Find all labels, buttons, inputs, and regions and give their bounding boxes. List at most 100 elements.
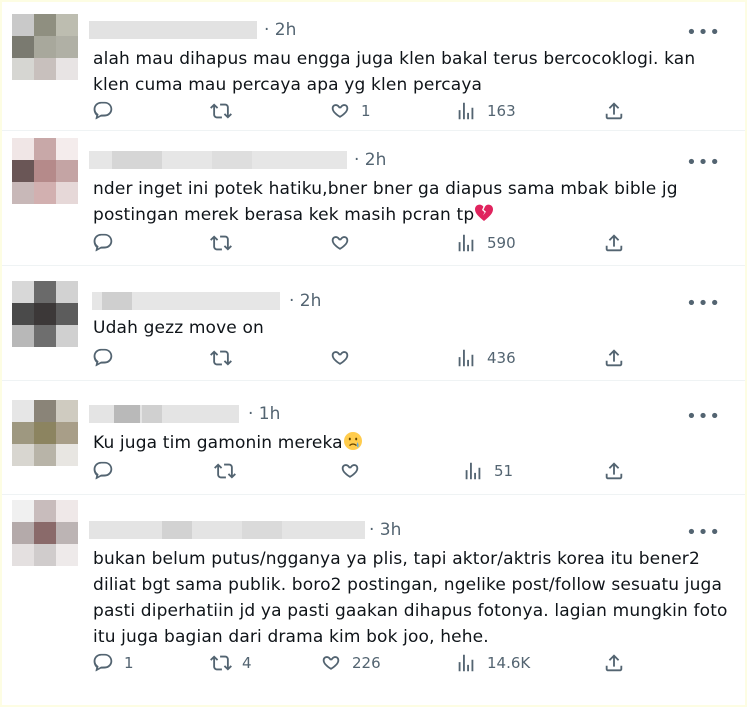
like-button[interactable]: 1 (329, 100, 371, 122)
like-button[interactable]: 226 (320, 652, 381, 674)
avatar[interactable] (12, 14, 78, 80)
avatar-pixel (34, 160, 56, 182)
avatar-pixel (34, 400, 56, 422)
more-icon[interactable]: ••• (686, 295, 721, 313)
broken-heart-emoji (475, 204, 494, 221)
share-button[interactable] (603, 460, 625, 482)
avatar-pixel (12, 400, 34, 422)
heart-icon (320, 652, 342, 674)
avatar[interactable] (12, 400, 78, 466)
share-button[interactable] (603, 652, 625, 674)
username-blur-block (89, 405, 239, 423)
timestamp[interactable]: · 2h (354, 150, 386, 170)
username-blur-block (102, 292, 132, 310)
avatar-pixel (12, 58, 34, 80)
share-button[interactable] (603, 100, 625, 122)
views-count: 163 (487, 102, 516, 120)
avatar-pixel (12, 544, 34, 566)
avatar-pixel (34, 422, 56, 444)
avatar-pixel (56, 182, 78, 204)
views-button[interactable]: 590 (455, 232, 516, 254)
avatar-pixel (34, 500, 56, 522)
views-icon (455, 652, 477, 674)
avatar-pixel (12, 281, 34, 303)
views-button[interactable]: 436 (455, 347, 516, 369)
reply-button[interactable]: 1 (92, 652, 134, 674)
avatar-pixel (56, 400, 78, 422)
retweet-button[interactable] (210, 100, 242, 122)
tweet[interactable]: · 1h ••• Ku juga tim gamonin mereka 51 (2, 380, 745, 495)
avatar-pixel (34, 325, 56, 347)
reply-icon (92, 100, 114, 122)
views-count: 436 (487, 349, 516, 367)
tweet[interactable]: · 2h ••• alah mau dihapus mau engga juga k… (2, 2, 745, 131)
views-count: 51 (494, 462, 514, 480)
avatar-pixel (12, 36, 34, 58)
retweet-button[interactable] (210, 232, 242, 254)
avatar-pixel (56, 303, 78, 325)
avatar[interactable] (12, 500, 78, 566)
avatar[interactable] (12, 138, 78, 204)
timestamp[interactable]: · 2h (289, 291, 321, 311)
retweet-icon (210, 347, 232, 369)
avatar-pixel (12, 422, 34, 444)
retweets-count: 4 (242, 654, 252, 672)
tweet-text: alah mau dihapus mau engga juga klen bak… (93, 46, 733, 98)
timestamp[interactable]: · 2h (264, 20, 296, 40)
heart-icon (339, 460, 361, 482)
avatar-pixel (12, 160, 34, 182)
views-button[interactable]: 51 (462, 460, 513, 482)
avatar[interactable] (12, 281, 78, 347)
share-button[interactable] (603, 232, 625, 254)
like-button[interactable] (339, 460, 371, 482)
avatar-pixel (12, 325, 34, 347)
tweet-text: nder inget ini potek hatiku,bner bner ga… (93, 176, 733, 228)
avatar-pixel (12, 138, 34, 160)
more-icon[interactable]: ••• (686, 24, 721, 42)
avatar-pixel (34, 36, 56, 58)
avatar-pixel (34, 544, 56, 566)
reply-button[interactable] (92, 347, 124, 369)
retweet-icon (210, 232, 232, 254)
views-icon (455, 232, 477, 254)
tweet-text-content: Ku juga tim gamonin mereka (93, 433, 343, 453)
heart-icon (329, 232, 351, 254)
avatar-pixel (56, 544, 78, 566)
avatar-pixel (12, 14, 34, 36)
tweet[interactable]: · 2h ••• nder inget ini potek hatiku,bner … (2, 130, 745, 266)
more-icon[interactable]: ••• (686, 154, 721, 172)
username-blur-block (112, 151, 162, 169)
likes-count: 1 (361, 102, 371, 120)
retweet-button[interactable] (214, 460, 246, 482)
avatar-pixel (34, 14, 56, 36)
avatar-pixel (12, 444, 34, 466)
avatar-pixel (56, 500, 78, 522)
tweet-text: Udah gezz move on (93, 315, 733, 341)
tweet-text: bukan belum putus/ngganya ya plis, tapi … (93, 546, 733, 650)
tweet[interactable]: · 2h ••• Udah gezz move on 436 (2, 265, 745, 381)
reply-button[interactable] (92, 100, 124, 122)
retweet-button[interactable] (210, 347, 242, 369)
views-button[interactable]: 163 (455, 100, 516, 122)
like-button[interactable] (329, 347, 361, 369)
retweet-button[interactable]: 4 (210, 652, 252, 674)
username-blur-block (114, 405, 140, 423)
timestamp[interactable]: · 3h (369, 520, 401, 540)
avatar-pixel (34, 444, 56, 466)
more-icon[interactable]: ••• (686, 524, 721, 542)
avatar-pixel (56, 14, 78, 36)
username-blur-block (242, 521, 282, 539)
reply-icon (92, 347, 114, 369)
avatar-pixel (56, 138, 78, 160)
like-button[interactable] (329, 232, 361, 254)
more-icon[interactable]: ••• (686, 408, 721, 426)
timestamp[interactable]: · 1h (248, 404, 280, 424)
avatar-pixel (34, 281, 56, 303)
share-icon (603, 347, 625, 369)
reply-button[interactable] (92, 460, 124, 482)
share-button[interactable] (603, 347, 625, 369)
username-blur-block (89, 521, 365, 539)
tweet[interactable]: · 3h ••• bukan belum putus/ngganya ya plis… (2, 494, 745, 705)
reply-button[interactable] (92, 232, 124, 254)
views-button[interactable]: 14.6K (455, 652, 530, 674)
